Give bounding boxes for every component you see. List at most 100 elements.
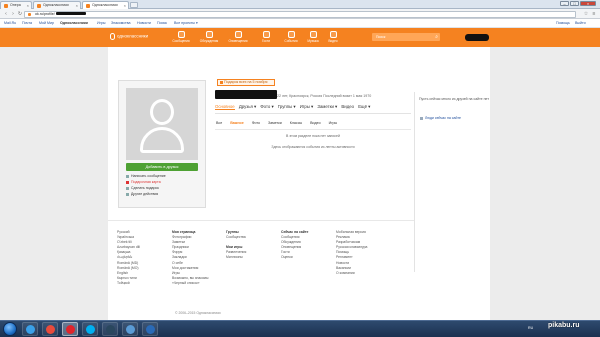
nav-guests[interactable]: Гости [253, 31, 279, 43]
address-bar: ‹ › ↻ ok.ru/profile/ ☆ ≡ [0, 9, 600, 19]
help-link[interactable]: Помощь [556, 21, 570, 25]
write-message-link[interactable]: Написать сообщение [126, 174, 166, 178]
copyright: © 2006–2015 Одноклассники [175, 311, 221, 315]
browser-tab[interactable]: Одноклассники × [33, 1, 81, 9]
avatar[interactable] [126, 88, 198, 160]
nav-video[interactable]: Видео [320, 31, 346, 43]
footer-link[interactable]: Тойҷикӣ [117, 281, 140, 286]
taskbar-app-button[interactable] [42, 322, 58, 336]
url-input[interactable]: ok.ru/profile/ [24, 10, 576, 18]
search-placeholder: Поиск [376, 35, 386, 39]
chrome-icon [46, 325, 55, 334]
close-tab-icon[interactable]: × [76, 2, 78, 9]
tab-video[interactable]: Видео [341, 104, 354, 109]
bookmark-my-world[interactable]: Мой Мир [39, 21, 54, 25]
nav-messages[interactable]: Сообщения [168, 31, 194, 43]
new-tab-button[interactable] [130, 2, 138, 8]
ok-favicon-icon [37, 3, 41, 8]
taskbar-app-button[interactable] [102, 322, 118, 336]
reload-icon[interactable]: ↻ [17, 11, 23, 17]
forward-icon[interactable]: › [10, 11, 16, 17]
add-friend-button[interactable]: Добавить в друзья [126, 163, 198, 171]
tab-label: Одноклассники [92, 3, 118, 7]
footer-link[interactable]: О компании [336, 271, 367, 276]
steam-icon [106, 325, 115, 334]
page-background [0, 47, 600, 320]
feed-tab-games[interactable]: Игры [329, 121, 337, 125]
taskbar-app-button[interactable] [122, 322, 138, 336]
browser-tab[interactable]: Опера × [0, 1, 32, 9]
taskbar-app-button[interactable] [82, 322, 98, 336]
footer-link[interactable]: Оценки [281, 255, 308, 260]
ok-favicon-icon [86, 3, 90, 8]
action-label: Другие действия [131, 192, 159, 196]
avatar-placeholder-head-icon [150, 99, 174, 125]
feed-tab-likes[interactable]: Классы [290, 121, 302, 125]
ok-logo-text: одноклассники [117, 33, 149, 39]
windows-taskbar: RU [0, 320, 600, 337]
tab-more[interactable]: Ещё ▾ [358, 104, 370, 109]
feed-tab-notes[interactable]: Заметки [268, 121, 282, 125]
logout-link[interactable]: Выйти [575, 21, 586, 25]
gift-icon [219, 81, 223, 84]
taskbar-app-button[interactable] [22, 322, 38, 336]
tray-language[interactable]: RU [528, 326, 533, 330]
profile-info: 22 лет, Красноярск, Россия Последний виз… [277, 94, 372, 98]
feed-tab-video[interactable]: Видео [310, 121, 321, 125]
menu-icon[interactable]: ≡ [591, 11, 597, 17]
footer-link[interactable]: «Черный список» [172, 281, 208, 286]
tab-friends[interactable]: Друзья ▾ [239, 104, 256, 109]
bookmark-mailru[interactable]: Mail.Ru [4, 21, 16, 25]
message-icon [126, 174, 129, 178]
footer-link[interactable]: Сообщества [226, 235, 246, 240]
close-tab-icon[interactable]: × [124, 2, 126, 9]
bookmark-search[interactable]: Поиск [157, 21, 167, 25]
footer-link[interactable]: Română (MO) [117, 266, 140, 271]
make-gift-link[interactable]: Сделать подарок [126, 186, 159, 190]
tab-games[interactable]: Игры ▾ [300, 104, 314, 109]
ok-search-input[interactable]: Поиск ⌕ [372, 33, 440, 41]
tab-groups[interactable]: Группы ▾ [278, 104, 296, 109]
bookmark-games[interactable]: Игры [97, 21, 105, 25]
feed-tab-photo[interactable]: Фото [252, 121, 260, 125]
bookmark-all-projects[interactable]: Все проекты ▾ [174, 21, 198, 25]
bookmark-news[interactable]: Новости [137, 21, 151, 25]
start-button[interactable] [3, 322, 17, 336]
tab-label: Опера [10, 3, 21, 7]
people-online-link[interactable]: Люди сейчас на сайте [420, 116, 461, 120]
feed-tab-all[interactable]: Все [216, 121, 222, 125]
gift-card-link[interactable]: Подарочная карта [126, 180, 161, 184]
ok-logo-icon [110, 33, 115, 40]
star-icon[interactable]: ☆ [583, 11, 589, 17]
nav-discussions[interactable]: Обсуждения [196, 31, 222, 43]
minimize-button[interactable]: – [560, 1, 569, 6]
browser-tab-active[interactable]: Одноклассники × [82, 1, 129, 9]
bookmark-odnoklassniki[interactable]: Одноклассники [60, 21, 88, 25]
search-icon[interactable]: ⌕ [435, 34, 438, 40]
footer-link[interactable]: Миллионы [226, 255, 246, 260]
tab-photos[interactable]: Фото ▾ [260, 104, 273, 109]
opera-favicon-icon [4, 3, 8, 8]
discussions-icon [205, 31, 213, 38]
redacted-user-menu[interactable] [465, 34, 489, 41]
nav-label: Обсуждения [199, 39, 219, 43]
close-window-button[interactable]: × [580, 1, 596, 6]
tab-notes[interactable]: Заметки ▾ [317, 104, 337, 109]
maximize-button[interactable]: □ [570, 1, 579, 6]
more-actions-link[interactable]: Другие действия [126, 192, 158, 196]
close-tab-icon[interactable]: × [27, 2, 29, 9]
gift-banner[interactable]: Подарок всех на 5 ноября [217, 79, 275, 86]
nav-notifications[interactable]: Оповещения [225, 31, 251, 43]
bookmark-dating[interactable]: Знакомства [111, 21, 131, 25]
ok-logo[interactable]: одноклассники [110, 33, 148, 40]
profile-card: Добавить в друзья Написать сообщение Под… [118, 80, 206, 208]
taskbar-app-button[interactable] [142, 322, 158, 336]
back-icon[interactable]: ‹ [3, 11, 9, 17]
messages-icon [177, 31, 185, 38]
feed-tab-important[interactable]: Важное [230, 121, 244, 125]
bookmark-mail[interactable]: Почта [22, 21, 32, 25]
taskbar-app-button[interactable] [62, 322, 78, 336]
tab-main[interactable]: Основное [215, 104, 235, 110]
redacted-profile-id [55, 12, 86, 16]
footer-link[interactable]: Română (MD) [117, 261, 140, 266]
